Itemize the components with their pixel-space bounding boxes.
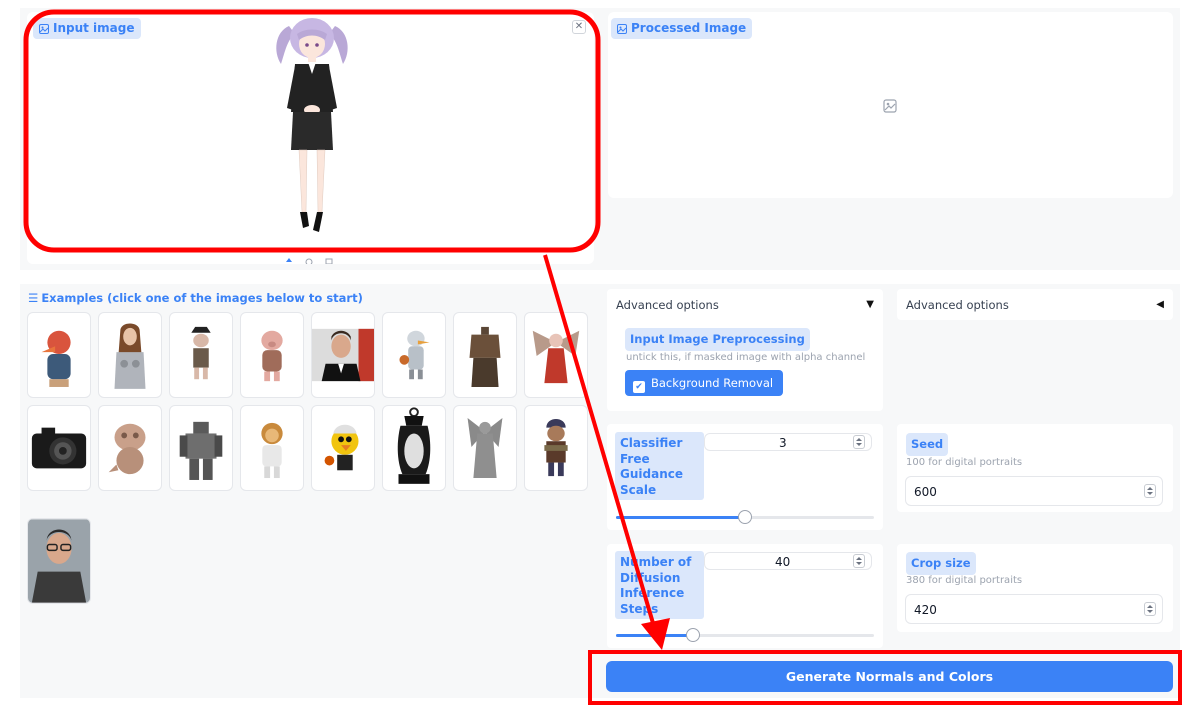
steps-stepper[interactable] <box>853 554 865 568</box>
steps-slider-fill <box>616 634 693 637</box>
crop-size-input[interactable]: 420 <box>905 594 1163 624</box>
crop-size-label: Crop size <box>906 552 976 575</box>
processed-image-label: Processed Image <box>631 21 747 35</box>
advanced-options-right[interactable]: Advanced options ◀ <box>897 289 1173 320</box>
generate-button[interactable]: Generate Normals and Colors <box>606 661 1173 692</box>
checkbox-checked-icon: ✔ <box>633 381 645 393</box>
steps-input[interactable]: 40 <box>704 552 872 570</box>
steps-block: Number of Diffusion Inference Steps 40 <box>607 544 883 648</box>
example-thumb-camera[interactable] <box>27 405 91 491</box>
seed-hint: 100 for digital portraits <box>906 457 1023 468</box>
advanced-options-left: Advanced options ▼ Input Image Preproces… <box>607 289 883 411</box>
examples-title: ☰ Examples (click one of the images below… <box>28 291 363 305</box>
generate-button-label: Generate Normals and Colors <box>785 669 994 684</box>
seed-stepper[interactable] <box>1144 484 1156 498</box>
advanced-options-right-header: Advanced options <box>906 298 1009 312</box>
input-image-label: Input image <box>53 21 135 35</box>
crop-size-block: Crop size 380 for digital portraits 420 <box>897 544 1173 632</box>
cfg-scale-label: Classifier Free Guidance Scale <box>615 432 704 500</box>
example-thumb-pirate-pig[interactable] <box>169 312 233 398</box>
example-thumb-mech-robot[interactable] <box>169 405 233 491</box>
example-thumb-armor-mannequin[interactable] <box>453 312 517 398</box>
input-character-image <box>276 18 348 232</box>
cfg-scale-slider-handle[interactable] <box>738 510 752 524</box>
example-thumb-clown-bird[interactable] <box>311 405 375 491</box>
preprocess-label: Input Image Preprocessing <box>625 328 810 351</box>
triangle-left-icon: ◀ <box>1156 299 1164 310</box>
crop-size-hint: 380 for digital portraits <box>906 575 1023 586</box>
example-thumb-lantern[interactable] <box>382 405 446 491</box>
steps-slider[interactable] <box>616 628 874 642</box>
cfg-scale-stepper[interactable] <box>853 435 865 449</box>
example-thumb-angel-statue[interactable] <box>453 405 517 491</box>
cfg-scale-block: Classifier Free Guidance Scale 3 <box>607 424 883 530</box>
processed-image-panel: Processed Image <box>608 12 1173 198</box>
example-thumb-duck-warrior[interactable] <box>382 312 446 398</box>
example-thumb-red-hooded-duck[interactable] <box>27 312 91 398</box>
example-thumb-man-portrait[interactable] <box>311 312 375 398</box>
webcam-icon[interactable] <box>305 258 313 264</box>
example-thumb-samurai-monkey[interactable] <box>524 405 588 491</box>
image-icon <box>617 24 627 34</box>
input-image-panel[interactable]: Input image ✕ <box>27 12 594 264</box>
list-icon: ☰ <box>28 291 39 305</box>
cfg-scale-slider-fill <box>616 516 745 519</box>
example-thumb-pig-figure[interactable] <box>240 312 304 398</box>
example-thumb-female-cyborg[interactable] <box>98 312 162 398</box>
preprocess-hint: untick this, if masked image with alpha … <box>626 352 866 363</box>
cfg-scale-input[interactable]: 3 <box>704 433 872 451</box>
steps-slider-handle[interactable] <box>686 628 700 642</box>
crop-size-stepper[interactable] <box>1144 602 1156 616</box>
example-thumb-clay-figure[interactable] <box>98 405 162 491</box>
example-thumb-astronaut-lion[interactable] <box>240 405 304 491</box>
example-thumb-winged-figure[interactable] <box>524 312 588 398</box>
clear-image-button[interactable]: ✕ <box>572 20 586 34</box>
cfg-scale-slider[interactable] <box>616 510 874 524</box>
input-image-badge: Input image <box>33 18 141 39</box>
advanced-options-left-header[interactable]: Advanced options ▼ <box>616 298 874 312</box>
image-icon <box>39 24 49 34</box>
triangle-down-icon: ▼ <box>866 299 874 310</box>
seed-label: Seed <box>906 433 949 456</box>
processed-image-badge: Processed Image <box>611 18 753 39</box>
background-removal-checkbox[interactable]: ✔ Background Removal <box>625 370 784 396</box>
upload-icon[interactable] <box>285 258 293 264</box>
seed-block: Seed 100 for digital portraits 600 <box>897 424 1173 512</box>
image-placeholder-icon <box>883 99 897 113</box>
steps-label: Number of Diffusion Inference Steps <box>615 551 704 619</box>
example-thumb-man-glasses-portrait[interactable] <box>27 518 91 604</box>
clipboard-icon[interactable] <box>325 258 333 264</box>
seed-input[interactable]: 600 <box>905 476 1163 506</box>
